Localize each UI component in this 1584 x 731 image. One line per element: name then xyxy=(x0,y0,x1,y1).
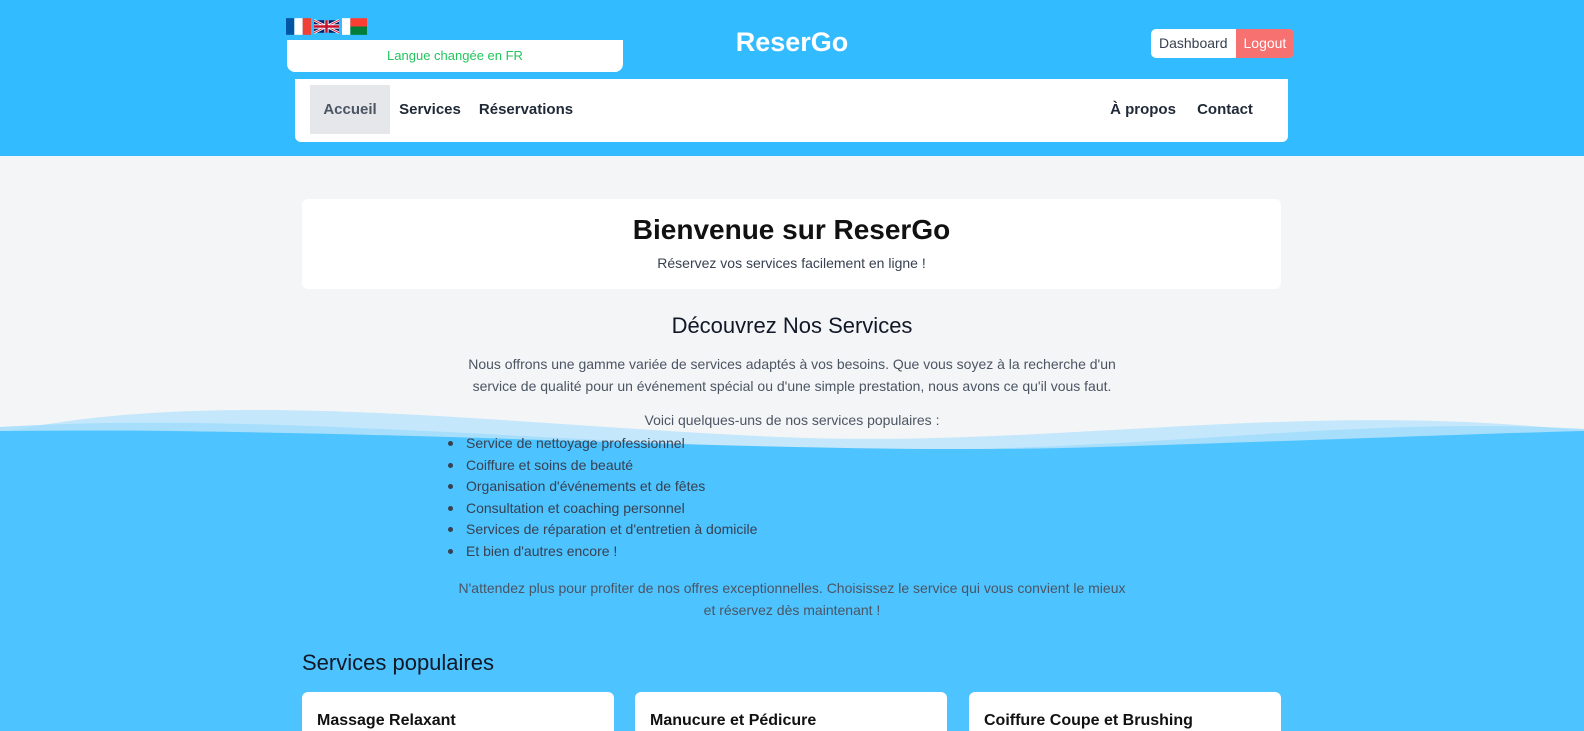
services-list: Service de nettoyage professionnel Coiff… xyxy=(447,433,757,563)
list-item: Coiffure et soins de beauté xyxy=(447,455,757,477)
discover-outro: N'attendez plus pour profiter de nos off… xyxy=(447,577,1137,621)
hero-title: Bienvenue sur ReserGo xyxy=(632,214,951,245)
list-item: Consultation et coaching personnel xyxy=(447,498,757,520)
service-card-title: Manucure et Pédicure xyxy=(650,712,817,729)
intro-line-2: service de qualité pour un événement spé… xyxy=(472,378,1112,394)
popular-services-title: Services populaires xyxy=(302,650,494,675)
main-content: Bienvenue sur ReserGo Réservez vos servi… xyxy=(0,0,1584,731)
service-card-title: Coiffure Coupe et Brushing xyxy=(984,712,1193,729)
discover-title: Découvrez Nos Services xyxy=(671,313,913,338)
list-item: Service de nettoyage professionnel xyxy=(447,433,757,455)
hero-banner: Bienvenue sur ReserGo Réservez vos servi… xyxy=(302,199,1281,289)
list-item: Services de réparation et d'entretien à … xyxy=(447,519,757,541)
list-item: Et bien d'autres encore ! xyxy=(447,541,757,563)
service-card-coiffure[interactable]: Coiffure Coupe et Brushing xyxy=(969,692,1281,731)
intro-line-1: Nous offrons une gamme variée de service… xyxy=(468,356,1116,372)
outro-line-1: N'attendez plus pour profiter de nos off… xyxy=(458,580,1126,596)
services-list-intro: Voici quelques-uns de nos services popul… xyxy=(644,412,940,428)
service-card-massage[interactable]: Massage Relaxant xyxy=(302,692,614,731)
outro-line-2: et réservez dès maintenant ! xyxy=(703,602,881,618)
list-item: Organisation d'événements et de fêtes xyxy=(447,476,757,498)
discover-intro: Nous offrons une gamme variée de service… xyxy=(452,353,1132,397)
service-card-title: Massage Relaxant xyxy=(317,712,456,729)
service-card-manucure[interactable]: Manucure et Pédicure xyxy=(635,692,947,731)
hero-subtitle: Réservez vos services facilement en lign… xyxy=(657,255,926,271)
